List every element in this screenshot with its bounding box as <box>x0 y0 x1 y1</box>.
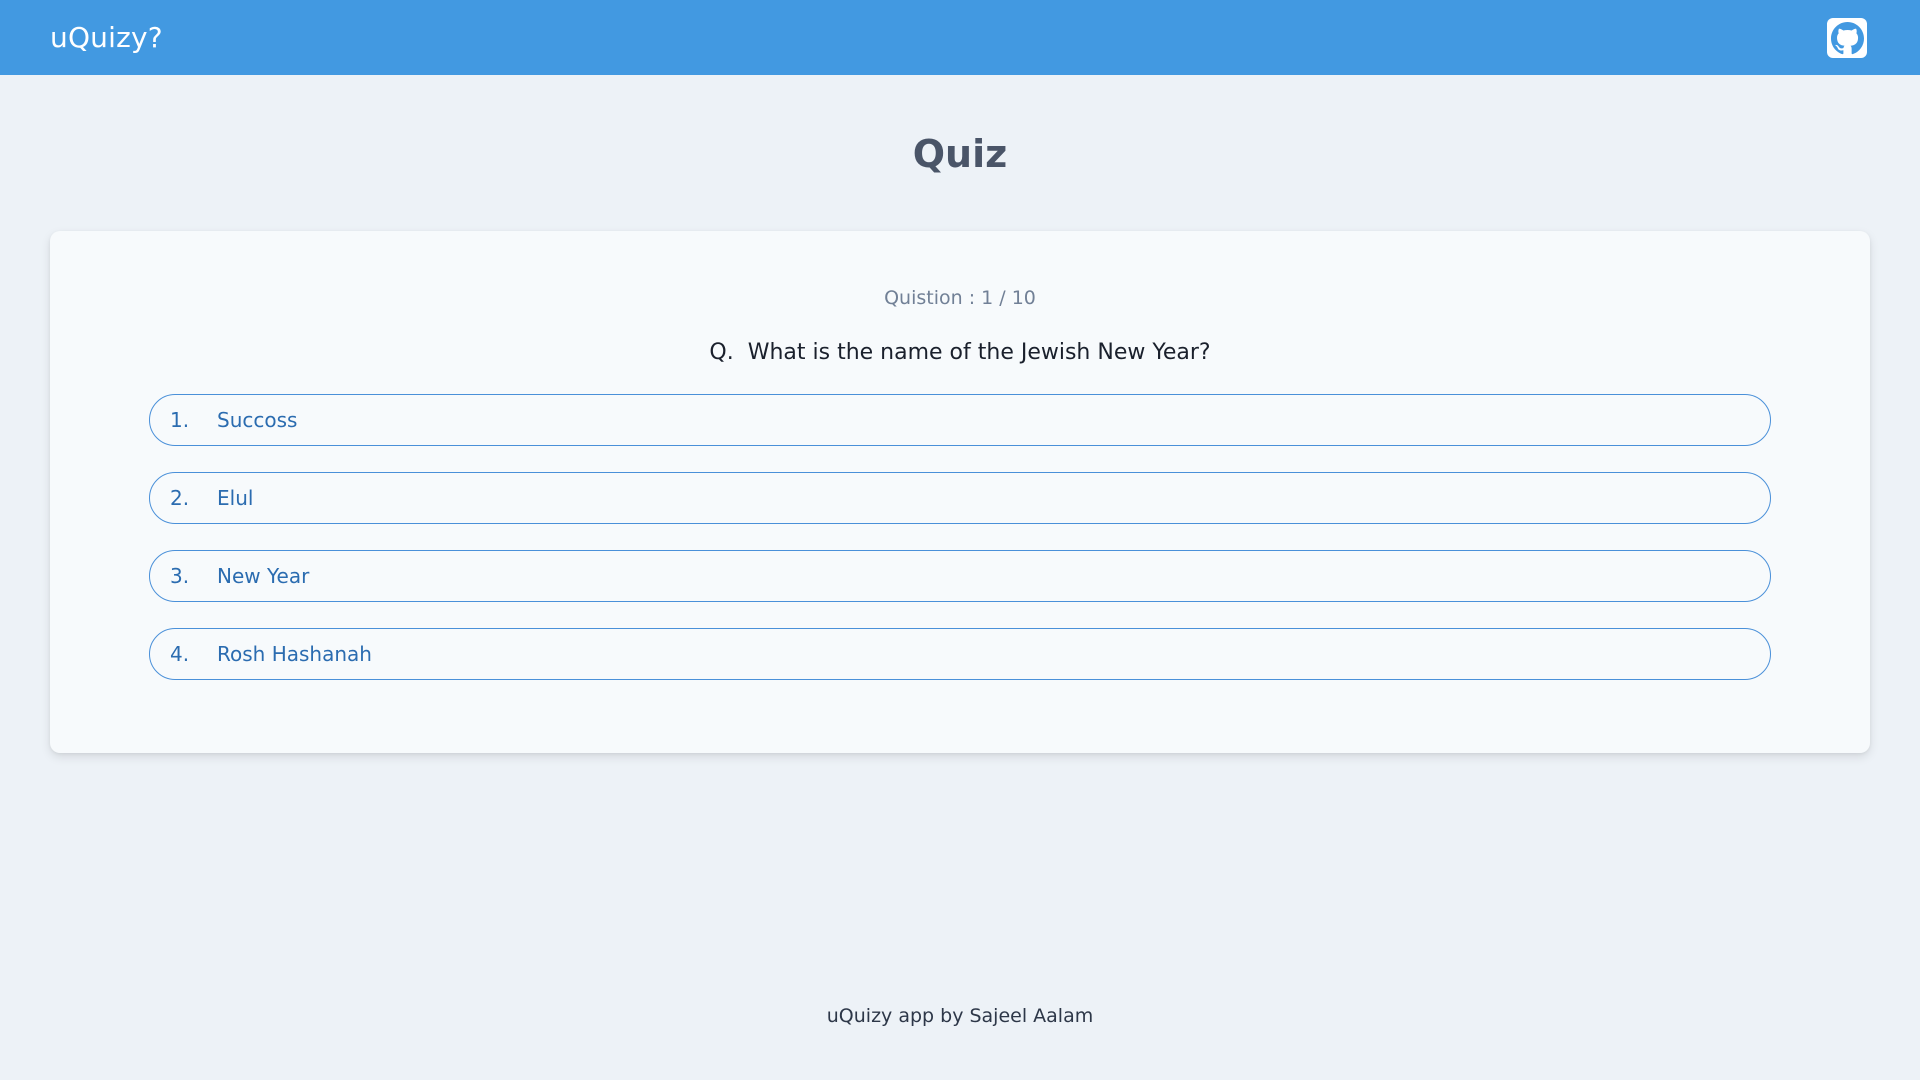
answer-options: 1. Succoss 2. Elul 3. New Year 4. Rosh H… <box>149 394 1771 706</box>
option-text: Elul <box>217 486 254 510</box>
option-number: 3. <box>170 564 190 588</box>
brand-logo-link[interactable]: uQuizy? <box>50 19 163 57</box>
top-navbar: uQuizy? <box>0 0 1920 75</box>
option-number: 2. <box>170 486 190 510</box>
option-number: 1. <box>170 408 190 432</box>
answer-option-4[interactable]: 4. Rosh Hashanah <box>149 628 1771 680</box>
answer-option-2[interactable]: 2. Elul <box>149 472 1771 524</box>
question-prefix: Q. <box>709 340 734 365</box>
github-link-button[interactable] <box>1827 18 1867 58</box>
option-number: 4. <box>170 642 190 666</box>
question-counter: Quistion : 1 / 10 <box>884 287 1036 309</box>
option-text: New Year <box>217 564 310 588</box>
answer-option-3[interactable]: 3. New Year <box>149 550 1771 602</box>
footer-credit: uQuizy app by Sajeel Aalam <box>826 1005 1094 1027</box>
option-text: Succoss <box>217 408 298 432</box>
option-text: Rosh Hashanah <box>217 642 372 666</box>
quiz-card: Quistion : 1 / 10 Q. What is the name of … <box>50 231 1870 753</box>
question-text: What is the name of the Jewish New Year? <box>747 340 1211 365</box>
answer-option-1[interactable]: 1. Succoss <box>149 394 1771 446</box>
question-heading: Q. What is the name of the Jewish New Yea… <box>50 337 1870 369</box>
page-title: Quiz <box>912 132 1008 176</box>
github-icon <box>1830 21 1864 54</box>
